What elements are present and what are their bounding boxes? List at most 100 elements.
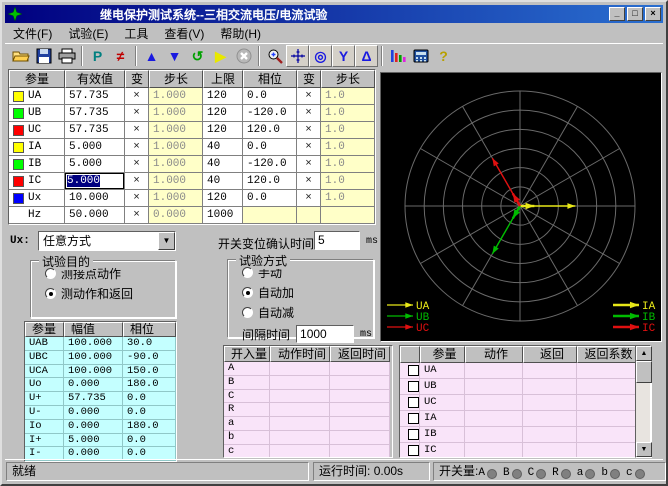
wye-view-button[interactable]: Y bbox=[332, 45, 355, 67]
checkbox[interactable] bbox=[408, 413, 419, 424]
vary-toggle-cell[interactable]: × bbox=[297, 173, 321, 190]
chart-button[interactable] bbox=[386, 45, 409, 67]
menu-item-2[interactable]: 工具 bbox=[116, 24, 156, 43]
phase-cell[interactable]: -120.0 bbox=[243, 105, 297, 122]
vary-toggle-cell[interactable]: × bbox=[125, 88, 149, 105]
checkbox-cell[interactable] bbox=[400, 443, 420, 458]
vary-toggle-cell[interactable]: × bbox=[297, 88, 321, 105]
param-value-cell[interactable]: 5.000 bbox=[65, 139, 125, 156]
ux-mode-dropdown[interactable]: 任意方式 ▼ bbox=[38, 231, 176, 251]
radio-button[interactable] bbox=[45, 268, 56, 279]
test-mode-option-2[interactable]: 自动减 bbox=[242, 305, 373, 320]
radio-button[interactable] bbox=[242, 287, 253, 298]
param-value-cell[interactable]: 10.000 bbox=[65, 190, 125, 207]
limit-cell[interactable]: 40 bbox=[203, 173, 243, 190]
limit-cell[interactable]: 120 bbox=[203, 88, 243, 105]
close-button[interactable]: × bbox=[645, 7, 661, 21]
vary-toggle-cell[interactable]: × bbox=[125, 156, 149, 173]
scroll-down-icon[interactable]: ▼ bbox=[636, 442, 652, 457]
checkbox-cell[interactable] bbox=[400, 411, 420, 427]
return-time-cell bbox=[330, 445, 390, 458]
radio-button[interactable] bbox=[242, 307, 253, 318]
menu-item-0[interactable]: 文件(F) bbox=[5, 24, 60, 43]
undo-button[interactable]: ↺ bbox=[186, 45, 209, 67]
scroll-up-icon[interactable]: ▲ bbox=[636, 346, 652, 361]
checkbox-cell[interactable] bbox=[400, 379, 420, 395]
menu-item-4[interactable]: 帮助(H) bbox=[212, 24, 269, 43]
limit-cell[interactable]: 120 bbox=[203, 105, 243, 122]
checkbox-cell[interactable] bbox=[400, 363, 420, 379]
vary-toggle-cell[interactable]: × bbox=[297, 156, 321, 173]
color-swatch bbox=[13, 91, 24, 102]
result-column-header: 参量 bbox=[420, 346, 465, 363]
checkbox[interactable] bbox=[408, 429, 419, 440]
param-value-cell[interactable]: 5.000 bbox=[65, 156, 125, 173]
limit-cell[interactable]: 120 bbox=[203, 122, 243, 139]
menu-item-1[interactable]: 试验(E) bbox=[60, 24, 116, 43]
p-marker-button[interactable]: P bbox=[86, 45, 109, 67]
vary-toggle-cell[interactable]: × bbox=[125, 173, 149, 190]
save-button[interactable] bbox=[32, 45, 55, 67]
menu-item-3[interactable]: 查看(V) bbox=[156, 24, 212, 43]
param-value-cell[interactable]: 5.000 bbox=[65, 173, 125, 190]
checkbox[interactable] bbox=[408, 397, 419, 408]
checkbox[interactable] bbox=[408, 445, 419, 456]
runtime-label: 运行时间: bbox=[319, 464, 370, 478]
test-purpose-option-1[interactable]: 测动作和返回 bbox=[45, 286, 175, 301]
vary-toggle-cell[interactable]: × bbox=[125, 139, 149, 156]
vary-toggle-cell[interactable]: × bbox=[297, 190, 321, 207]
print-button[interactable] bbox=[55, 45, 78, 67]
axes-view-button[interactable] bbox=[286, 45, 309, 67]
interval-input[interactable]: 1000 bbox=[296, 325, 354, 343]
confirm-time-input[interactable]: 5 bbox=[314, 231, 360, 250]
checkbox[interactable] bbox=[408, 365, 419, 376]
start-test-button[interactable]: ▶ bbox=[209, 45, 232, 67]
minimize-button[interactable]: _ bbox=[609, 7, 625, 21]
param-value-cell[interactable]: 50.000 bbox=[65, 207, 125, 224]
open-file-button[interactable] bbox=[9, 45, 32, 67]
circles-view-button[interactable]: ◎ bbox=[309, 45, 332, 67]
test-mode-option-1[interactable]: 自动加 bbox=[242, 285, 373, 300]
param-value-editbox[interactable]: 5.000 bbox=[65, 173, 124, 189]
calculator-button[interactable] bbox=[409, 45, 432, 67]
radio-button[interactable] bbox=[242, 267, 253, 278]
param-value-cell[interactable]: 57.735 bbox=[65, 88, 125, 105]
checkbox-cell[interactable] bbox=[400, 395, 420, 411]
vary-toggle-cell[interactable]: × bbox=[297, 139, 321, 156]
scrollbar-thumb[interactable] bbox=[636, 361, 652, 383]
limit-cell[interactable]: 1000 bbox=[203, 207, 243, 224]
checkbox[interactable] bbox=[408, 381, 419, 392]
param-value-cell[interactable]: 57.735 bbox=[65, 105, 125, 122]
vary-toggle-cell[interactable]: × bbox=[297, 105, 321, 122]
raise-value-button[interactable]: ▲ bbox=[140, 45, 163, 67]
phase-cell[interactable]: -120.0 bbox=[243, 156, 297, 173]
delta-view-button[interactable]: Δ bbox=[355, 45, 378, 67]
param-value-cell[interactable]: 57.735 bbox=[65, 122, 125, 139]
help-button[interactable]: ? bbox=[432, 45, 455, 67]
vary-toggle-cell[interactable]: × bbox=[125, 207, 149, 224]
not-equal-button[interactable]: ≠ bbox=[109, 45, 132, 67]
vary-toggle-cell[interactable]: × bbox=[125, 122, 149, 139]
phase-cell[interactable]: 120.0 bbox=[243, 122, 297, 139]
result-table-scrollbar[interactable]: ▲ ▼ bbox=[635, 345, 651, 458]
phase-cell[interactable]: 0.0 bbox=[243, 139, 297, 156]
limit-cell[interactable]: 40 bbox=[203, 156, 243, 173]
phase-cell[interactable]: 0.0 bbox=[243, 88, 297, 105]
vary-toggle-cell[interactable]: × bbox=[125, 190, 149, 207]
phase-cell[interactable] bbox=[243, 207, 297, 224]
phase-cell[interactable]: 120.0 bbox=[243, 173, 297, 190]
interval-unit: ms bbox=[360, 329, 372, 340]
lower-value-button[interactable]: ▼ bbox=[163, 45, 186, 67]
vary-toggle-cell[interactable]: × bbox=[125, 105, 149, 122]
limit-cell[interactable]: 120 bbox=[203, 190, 243, 207]
maximize-button[interactable]: □ bbox=[627, 7, 643, 21]
vary-toggle-cell[interactable] bbox=[297, 207, 321, 224]
phase-cell[interactable]: 0.0 bbox=[243, 190, 297, 207]
radio-button[interactable] bbox=[45, 288, 56, 299]
zoom-button[interactable] bbox=[263, 45, 286, 67]
checkbox-cell[interactable] bbox=[400, 427, 420, 443]
chevron-down-icon[interactable]: ▼ bbox=[158, 232, 175, 250]
step-cell: 1.0 bbox=[321, 105, 375, 122]
vary-toggle-cell[interactable]: × bbox=[297, 122, 321, 139]
limit-cell[interactable]: 40 bbox=[203, 139, 243, 156]
